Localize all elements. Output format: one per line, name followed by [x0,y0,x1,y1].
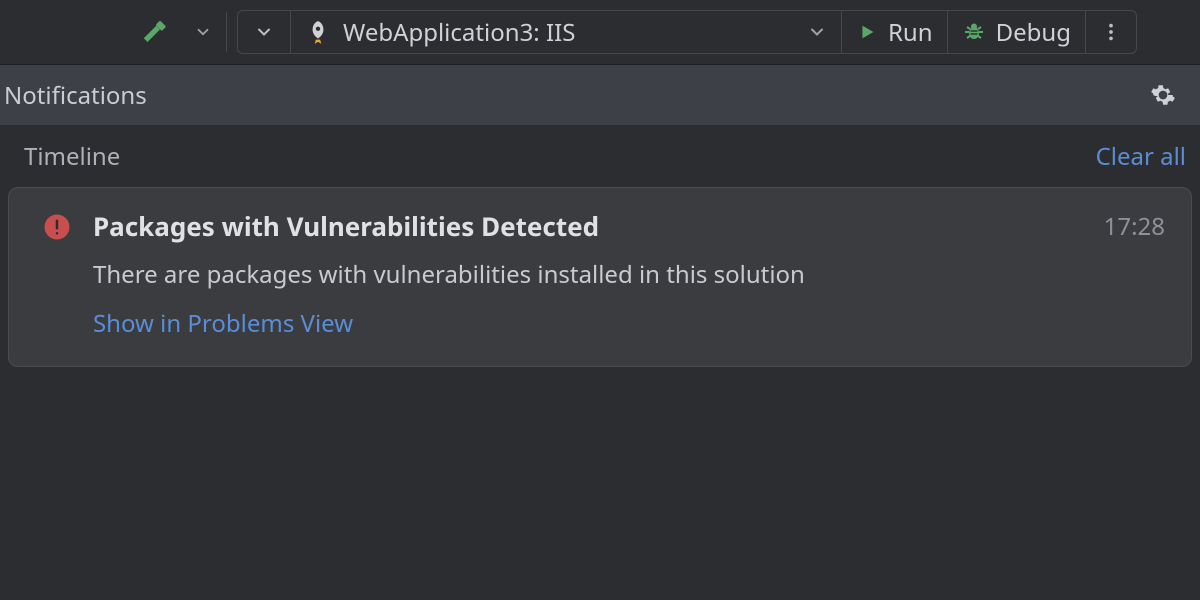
bug-icon [962,20,986,44]
panel-title: Notifications [4,79,147,112]
timeline-label: Timeline [24,140,120,173]
notification-title: Packages with Vulnerabilities Detected [93,210,1090,243]
build-button[interactable] [130,10,180,54]
rocket-icon [305,19,331,45]
timeline-header: Timeline Clear all [0,125,1200,187]
more-actions-button[interactable] [1086,11,1136,53]
run-label: Run [888,16,933,49]
hammer-icon [140,17,170,47]
more-vertical-icon [1100,21,1122,43]
run-button[interactable]: Run [842,11,948,53]
chevron-down-icon [807,22,827,42]
debug-button[interactable]: Debug [948,11,1086,53]
debug-label: Debug [996,16,1071,49]
notification-body: There are packages with vulnerabilities … [93,259,1165,291]
config-history-dropdown[interactable] [238,11,291,53]
build-dropdown[interactable] [190,10,216,54]
run-config-group: WebApplication3: IIS Run [237,10,1137,54]
notification-card[interactable]: Packages with Vulnerabilities Detected 1… [8,187,1192,367]
play-icon [856,21,878,43]
notifications-panel-header: Notifications [0,65,1200,125]
clear-all-link[interactable]: Clear all [1096,140,1186,173]
notification-time: 17:28 [1104,210,1165,243]
run-config-selector[interactable]: WebApplication3: IIS [291,11,842,53]
gear-icon[interactable] [1150,82,1176,108]
toolbar-separator [226,12,227,52]
chevron-down-icon [254,22,274,42]
error-icon [35,212,79,242]
chevron-down-icon [194,23,212,41]
main-toolbar: WebApplication3: IIS Run [0,0,1200,65]
run-config-label: WebApplication3: IIS [343,16,795,49]
notification-action-link[interactable]: Show in Problems View [93,307,1165,340]
